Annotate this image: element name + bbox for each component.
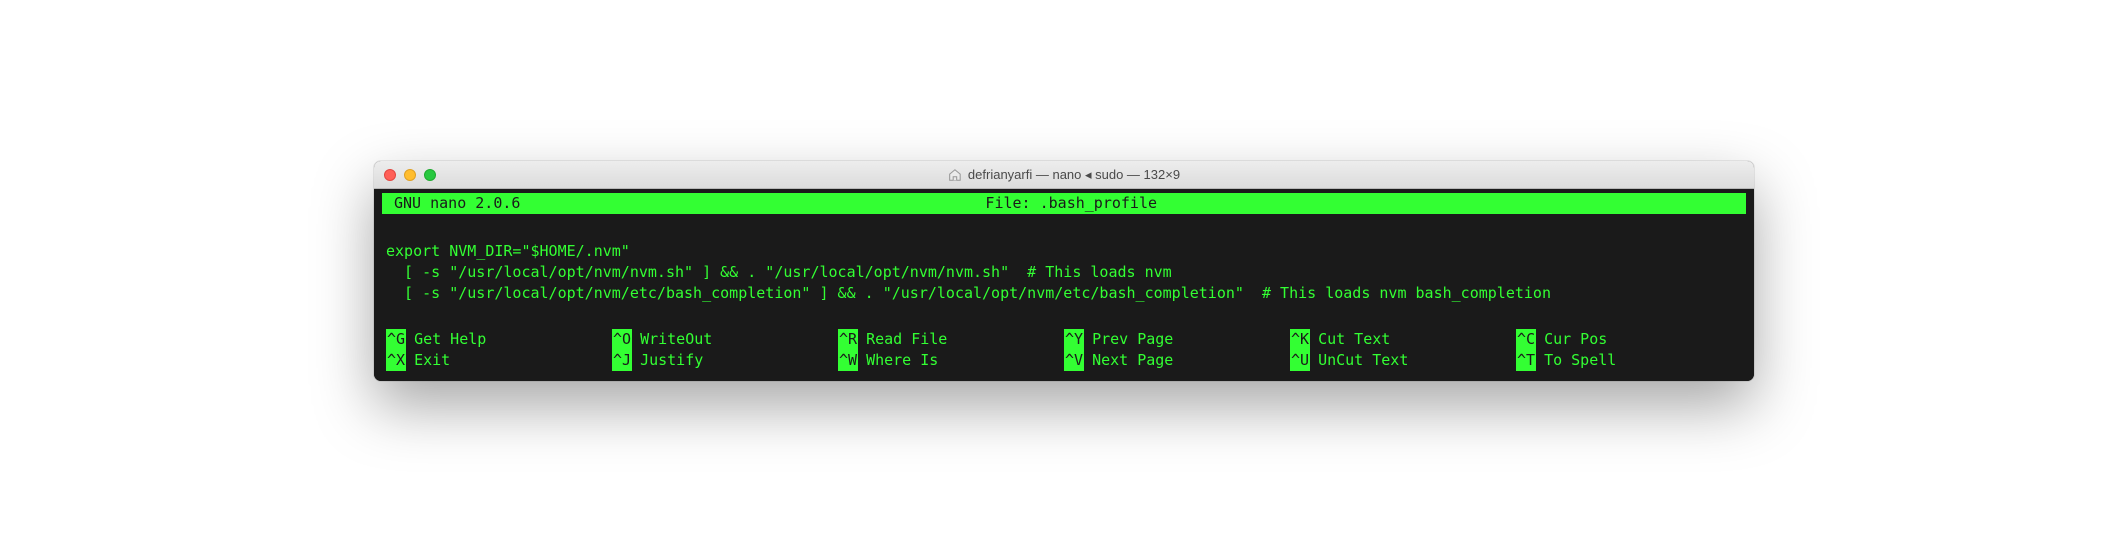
shortcut-item: ^X Exit xyxy=(386,350,612,371)
window-title: defrianyarfi — nano ◂ sudo — 132×9 xyxy=(948,167,1180,183)
shortcut-key: ^V xyxy=(1064,350,1084,371)
shortcut-label: Justify xyxy=(640,350,703,371)
shortcut-label: Exit xyxy=(414,350,450,371)
shortcut-label: Get Help xyxy=(414,329,486,350)
window-titlebar[interactable]: defrianyarfi — nano ◂ sudo — 132×9 xyxy=(374,161,1754,189)
shortcut-item: ^O WriteOut xyxy=(612,329,838,350)
shortcut-label: WriteOut xyxy=(640,329,712,350)
shortcut-item: ^C Cur Pos xyxy=(1516,329,1742,350)
shortcut-label: UnCut Text xyxy=(1318,350,1408,371)
shortcut-key: ^Y xyxy=(1064,329,1084,350)
shortcut-key: ^R xyxy=(838,329,858,350)
shortcut-label: Prev Page xyxy=(1092,329,1173,350)
shortcut-item: ^U UnCut Text xyxy=(1290,350,1516,371)
shortcut-item: ^J Justify xyxy=(612,350,838,371)
nano-header: GNU nano 2.0.6 File: .bash_profile xyxy=(382,193,1746,214)
editor-content[interactable]: export NVM_DIR="$HOME/.nvm" [ -s "/usr/l… xyxy=(382,216,1746,329)
window-title-text: defrianyarfi — nano ◂ sudo — 132×9 xyxy=(968,167,1180,183)
shortcut-label: Where Is xyxy=(866,350,938,371)
shortcut-key: ^O xyxy=(612,329,632,350)
maximize-button[interactable] xyxy=(424,169,436,181)
shortcut-key: ^C xyxy=(1516,329,1536,350)
shortcut-item: ^R Read File xyxy=(838,329,1064,350)
shortcut-item: ^W Where Is xyxy=(838,350,1064,371)
shortcut-label: Read File xyxy=(866,329,947,350)
home-icon xyxy=(948,168,962,182)
nano-file-label: File: .bash_profile xyxy=(400,193,1742,214)
shortcut-label: To Spell xyxy=(1544,350,1616,371)
shortcut-key: ^W xyxy=(838,350,858,371)
shortcut-label: Next Page xyxy=(1092,350,1173,371)
shortcut-item: ^V Next Page xyxy=(1064,350,1290,371)
shortcut-key: ^T xyxy=(1516,350,1536,371)
traffic-lights xyxy=(384,169,436,181)
shortcut-key: ^U xyxy=(1290,350,1310,371)
shortcut-label: Cur Pos xyxy=(1544,329,1607,350)
close-button[interactable] xyxy=(384,169,396,181)
shortcut-item: ^K Cut Text xyxy=(1290,329,1516,350)
shortcut-item: ^Y Prev Page xyxy=(1064,329,1290,350)
terminal-window: defrianyarfi — nano ◂ sudo — 132×9 GNU n… xyxy=(374,161,1754,381)
shortcut-item: ^T To Spell xyxy=(1516,350,1742,371)
shortcut-key: ^G xyxy=(386,329,406,350)
shortcut-key: ^X xyxy=(386,350,406,371)
shortcut-item: ^G Get Help xyxy=(386,329,612,350)
shortcut-key: ^K xyxy=(1290,329,1310,350)
nano-shortcuts: ^G Get Help ^O WriteOut ^R Read File ^Y Prev Pa… xyxy=(382,329,1746,371)
shortcut-key: ^J xyxy=(612,350,632,371)
terminal-content[interactable]: GNU nano 2.0.6 File: .bash_profile expor… xyxy=(374,189,1754,381)
minimize-button[interactable] xyxy=(404,169,416,181)
shortcut-label: Cut Text xyxy=(1318,329,1390,350)
